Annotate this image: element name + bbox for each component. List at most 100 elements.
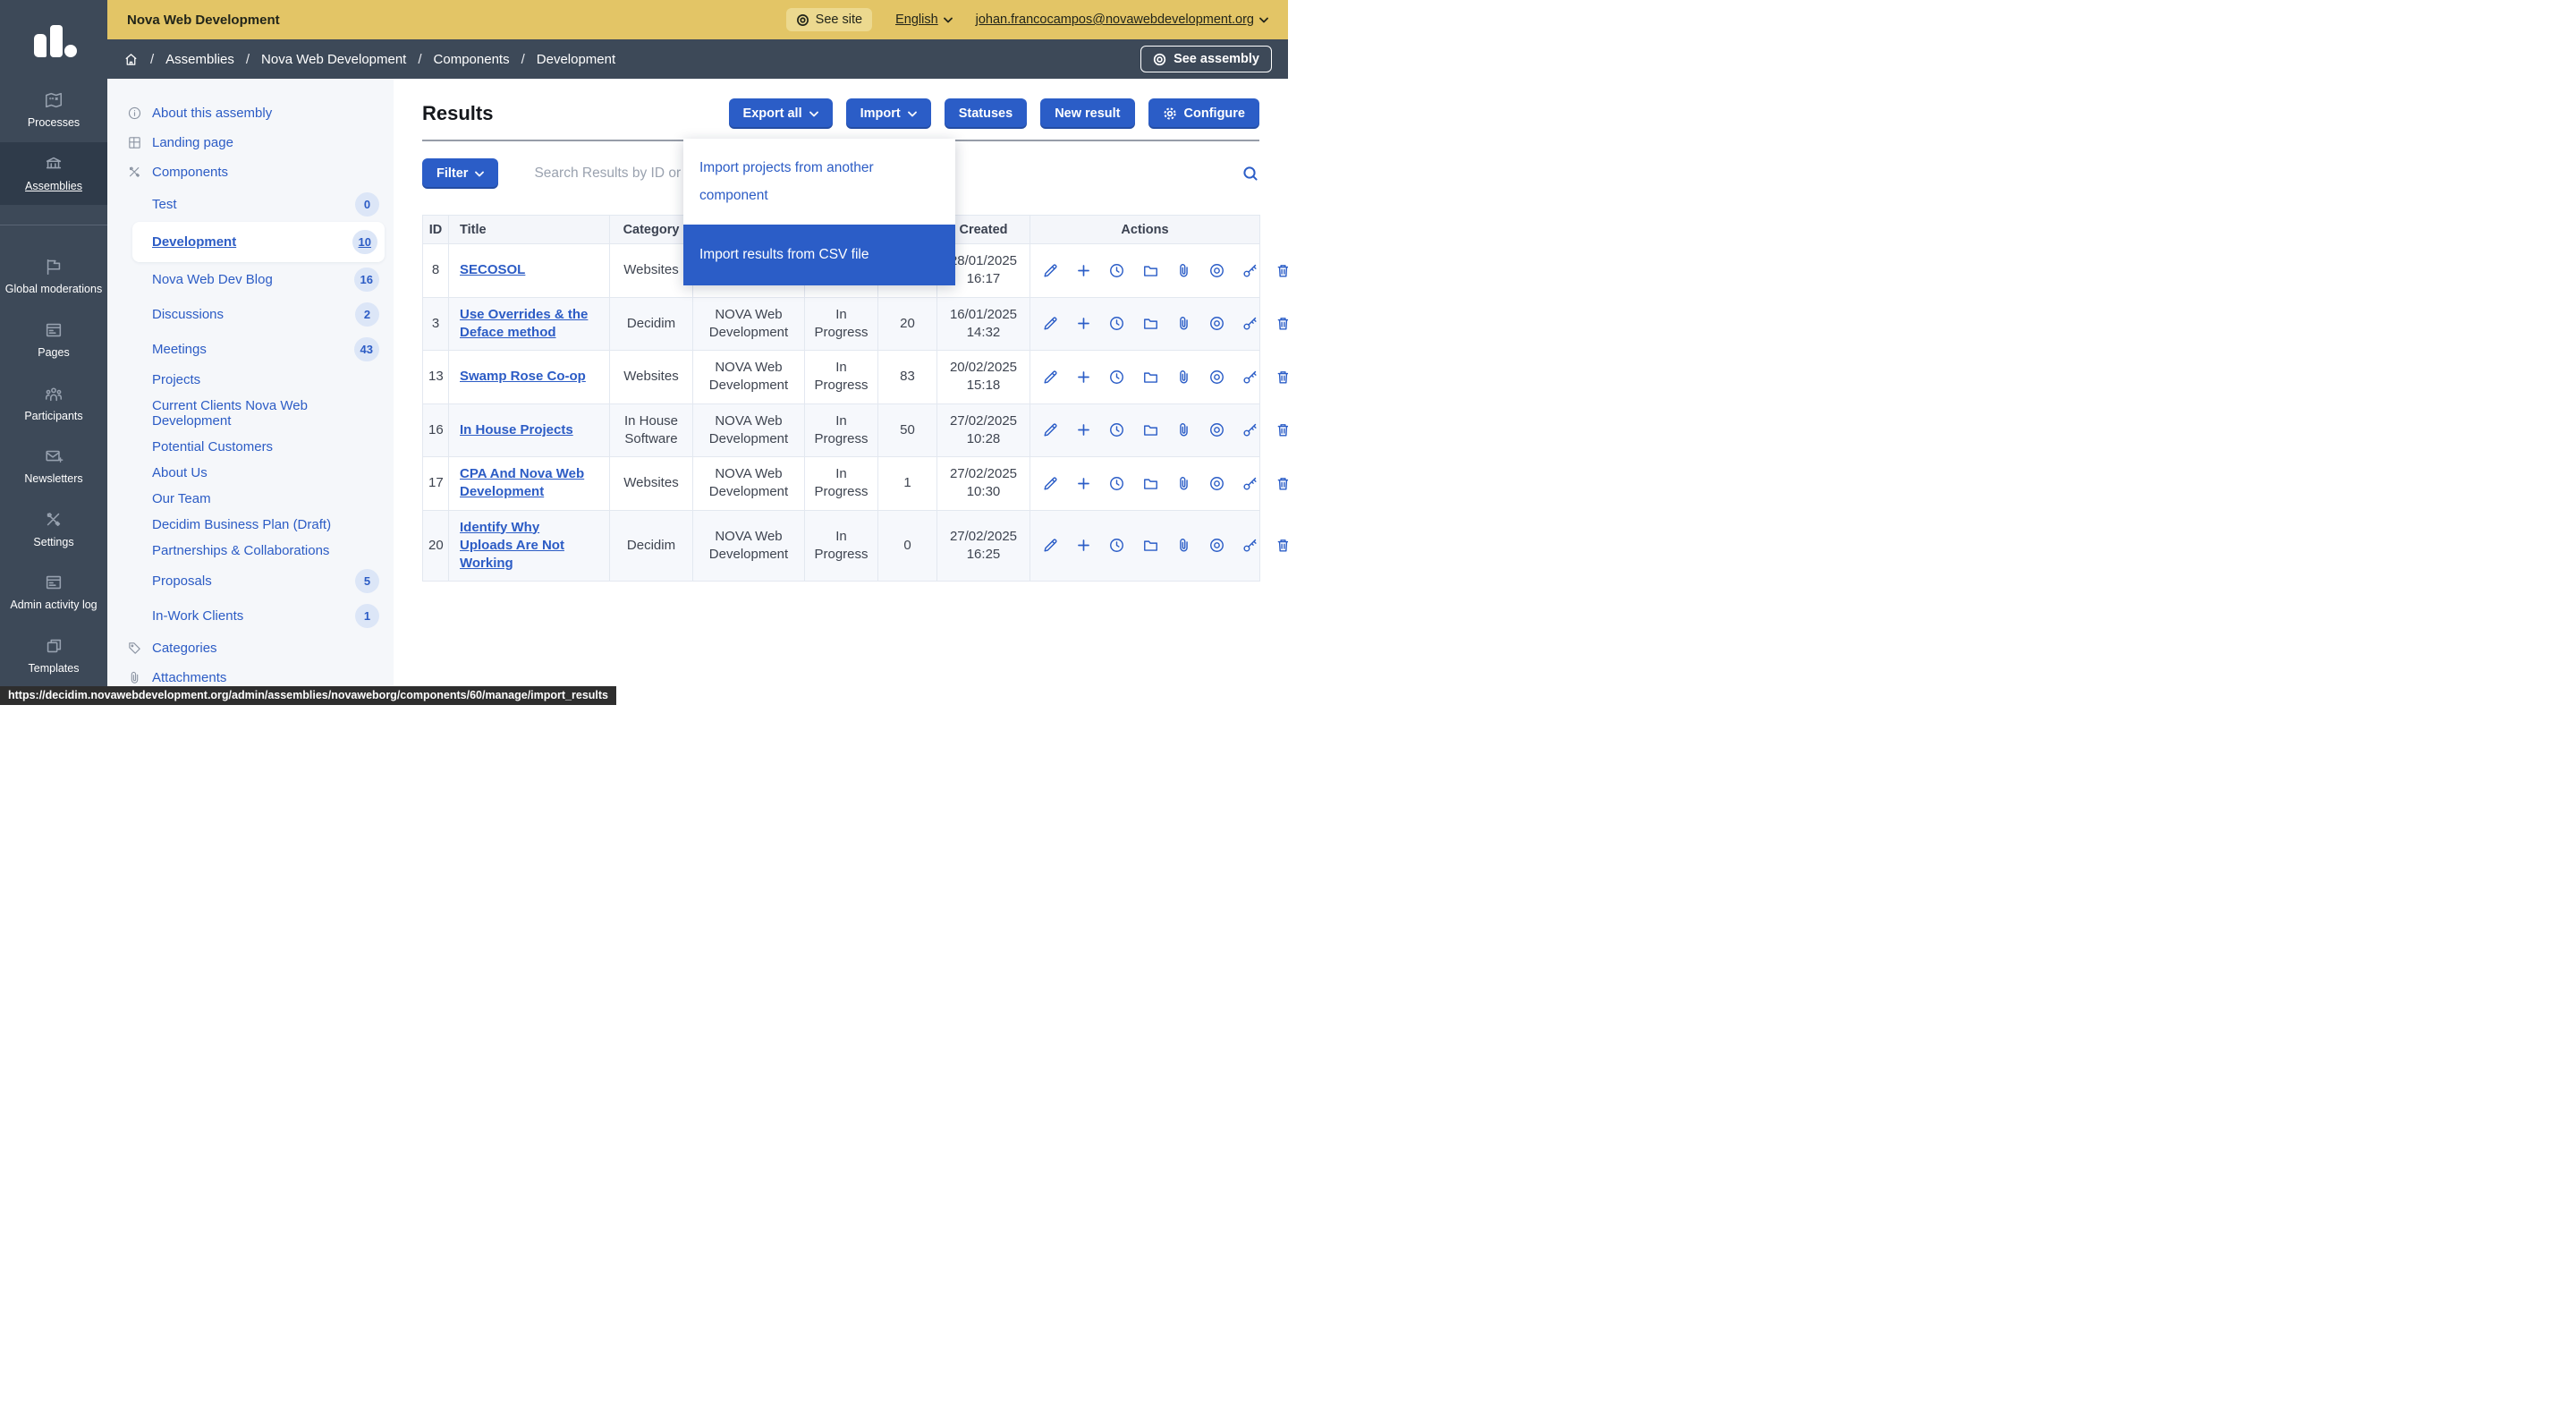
component-item-meetings[interactable]: Meetings 43	[107, 332, 394, 367]
component-item-partnerships[interactable]: Partnerships & Collaborations	[107, 538, 394, 564]
configure-button[interactable]: Configure	[1148, 98, 1259, 129]
home-icon[interactable]	[123, 52, 139, 67]
component-item-projects[interactable]: Projects	[107, 367, 394, 393]
component-item-in-work-clients[interactable]: In-Work Clients 1	[107, 599, 394, 633]
add-icon[interactable]	[1075, 315, 1092, 332]
sidebar-item-newsletters[interactable]: Newsletters	[0, 435, 107, 498]
breadcrumb-current[interactable]: Development	[537, 52, 615, 67]
menu-item-landing-page[interactable]: Landing page	[107, 128, 394, 157]
language-selector[interactable]: English	[895, 13, 953, 27]
add-icon[interactable]	[1075, 421, 1092, 438]
breadcrumb-components[interactable]: Components	[434, 52, 510, 67]
menu-item-import-projects[interactable]: Import projects from another component	[683, 139, 955, 225]
attachments-icon[interactable]	[1175, 315, 1192, 332]
timeline-icon[interactable]	[1108, 262, 1125, 279]
col-category[interactable]: Category	[610, 216, 693, 244]
preview-icon[interactable]	[1208, 369, 1225, 386]
preview-icon[interactable]	[1208, 262, 1225, 279]
component-item-nova-web-dev-blog[interactable]: Nova Web Dev Blog 16	[107, 262, 394, 297]
add-icon[interactable]	[1075, 475, 1092, 492]
result-title-link[interactable]: Use Overrides & the Deface method	[460, 306, 596, 343]
sidebar-item-admin-activity-log[interactable]: Admin activity log	[0, 561, 107, 624]
add-icon[interactable]	[1075, 537, 1092, 554]
menu-item-components[interactable]: Components	[107, 157, 394, 187]
edit-icon[interactable]	[1042, 537, 1059, 554]
edit-icon[interactable]	[1042, 421, 1059, 438]
component-item-development[interactable]: Development 10	[132, 222, 385, 262]
timeline-icon[interactable]	[1108, 537, 1125, 554]
add-icon[interactable]	[1075, 262, 1092, 279]
edit-icon[interactable]	[1042, 262, 1059, 279]
permissions-icon[interactable]	[1241, 475, 1258, 492]
menu-item-import-csv[interactable]: Import results from CSV file	[683, 225, 955, 285]
attachments-icon[interactable]	[1175, 262, 1192, 279]
col-id[interactable]: ID	[423, 216, 449, 244]
delete-icon[interactable]	[1275, 421, 1288, 438]
component-item-about-us[interactable]: About Us	[107, 460, 394, 486]
permissions-icon[interactable]	[1241, 369, 1258, 386]
component-item-discussions[interactable]: Discussions 2	[107, 297, 394, 332]
timeline-icon[interactable]	[1108, 369, 1125, 386]
import-button[interactable]: Import	[846, 98, 931, 129]
export-all-button[interactable]: Export all	[729, 98, 833, 129]
attachments-icon[interactable]	[1175, 537, 1192, 554]
filter-button[interactable]: Filter	[422, 158, 498, 189]
component-item-decidim-business-plan[interactable]: Decidim Business Plan (Draft)	[107, 512, 394, 538]
preview-icon[interactable]	[1208, 315, 1225, 332]
edit-icon[interactable]	[1042, 475, 1059, 492]
timeline-icon[interactable]	[1108, 421, 1125, 438]
col-title[interactable]: Title	[449, 216, 610, 244]
permissions-icon[interactable]	[1241, 421, 1258, 438]
component-item-test[interactable]: Test 0	[107, 187, 394, 222]
edit-icon[interactable]	[1042, 369, 1059, 386]
component-item-potential-customers[interactable]: Potential Customers	[107, 434, 394, 460]
result-title-link[interactable]: SECOSOL	[460, 261, 525, 279]
sidebar-item-settings[interactable]: Settings	[0, 498, 107, 562]
breadcrumb-assemblies[interactable]: Assemblies	[165, 52, 234, 67]
result-title-link[interactable]: Swamp Rose Co-op	[460, 368, 586, 386]
sidebar-item-assemblies[interactable]: Assemblies	[0, 142, 107, 206]
new-result-button[interactable]: New result	[1040, 98, 1134, 129]
org-logo[interactable]	[0, 0, 107, 79]
delete-icon[interactable]	[1275, 537, 1288, 554]
menu-item-about-assembly[interactable]: About this assembly	[107, 98, 394, 128]
see-site-button[interactable]: See site	[786, 8, 872, 31]
project-icon[interactable]	[1142, 475, 1159, 492]
result-title-link[interactable]: CPA And Nova Web Development	[460, 465, 596, 502]
preview-icon[interactable]	[1208, 475, 1225, 492]
project-icon[interactable]	[1142, 262, 1159, 279]
timeline-icon[interactable]	[1108, 475, 1125, 492]
attachments-icon[interactable]	[1175, 369, 1192, 386]
breadcrumb-assembly-name[interactable]: Nova Web Development	[261, 52, 406, 67]
permissions-icon[interactable]	[1241, 537, 1258, 554]
add-icon[interactable]	[1075, 369, 1092, 386]
edit-icon[interactable]	[1042, 315, 1059, 332]
sidebar-item-processes[interactable]: Processes	[0, 79, 107, 142]
menu-item-categories[interactable]: Categories	[107, 633, 394, 663]
sidebar-item-global-moderations[interactable]: Global moderations	[0, 245, 107, 309]
permissions-icon[interactable]	[1241, 315, 1258, 332]
permissions-icon[interactable]	[1241, 262, 1258, 279]
project-icon[interactable]	[1142, 369, 1159, 386]
delete-icon[interactable]	[1275, 315, 1288, 332]
preview-icon[interactable]	[1208, 537, 1225, 554]
statuses-button[interactable]: Statuses	[945, 98, 1027, 129]
preview-icon[interactable]	[1208, 421, 1225, 438]
delete-icon[interactable]	[1275, 475, 1288, 492]
delete-icon[interactable]	[1275, 262, 1288, 279]
result-title-link[interactable]: Identify Why Uploads Are Not Working	[460, 519, 596, 573]
search-icon[interactable]	[1241, 165, 1259, 183]
sidebar-item-pages[interactable]: Pages	[0, 309, 107, 372]
sidebar-item-templates[interactable]: Templates	[0, 624, 107, 688]
component-item-current-clients[interactable]: Current Clients Nova Web Development	[107, 393, 394, 434]
account-menu[interactable]: johan.francocampos@novawebdevelopment.or…	[976, 13, 1268, 27]
timeline-icon[interactable]	[1108, 315, 1125, 332]
component-item-our-team[interactable]: Our Team	[107, 486, 394, 512]
delete-icon[interactable]	[1275, 369, 1288, 386]
project-icon[interactable]	[1142, 421, 1159, 438]
component-item-proposals[interactable]: Proposals 5	[107, 564, 394, 599]
project-icon[interactable]	[1142, 537, 1159, 554]
project-icon[interactable]	[1142, 315, 1159, 332]
see-assembly-button[interactable]: See assembly	[1140, 46, 1272, 72]
attachments-icon[interactable]	[1175, 421, 1192, 438]
